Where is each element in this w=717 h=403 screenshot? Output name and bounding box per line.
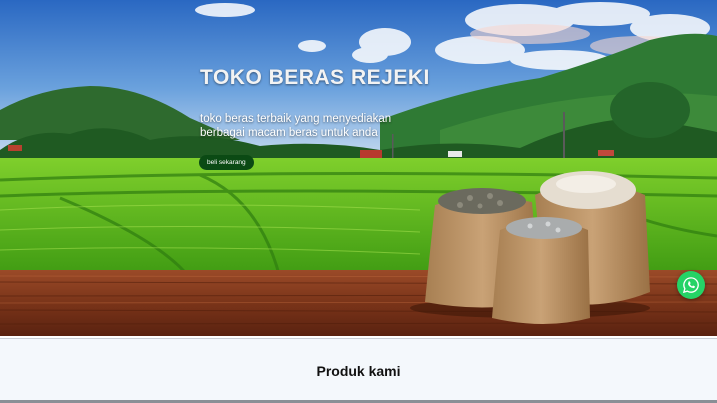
products-section-title: Produk kami (316, 363, 401, 379)
hero-title: TOKO BERAS REJEKI (200, 66, 430, 89)
whatsapp-button[interactable] (677, 271, 705, 299)
products-section: Produk kami (0, 338, 717, 401)
hero-subtitle: toko beras terbaik yang menyediakan berb… (200, 113, 392, 139)
buy-now-button[interactable]: beli sekarang (199, 155, 254, 170)
whatsapp-icon (682, 277, 699, 294)
hero-banner: TOKO BERAS REJEKI toko beras terbaik yan… (0, 0, 717, 336)
hero-background-image (0, 0, 717, 336)
